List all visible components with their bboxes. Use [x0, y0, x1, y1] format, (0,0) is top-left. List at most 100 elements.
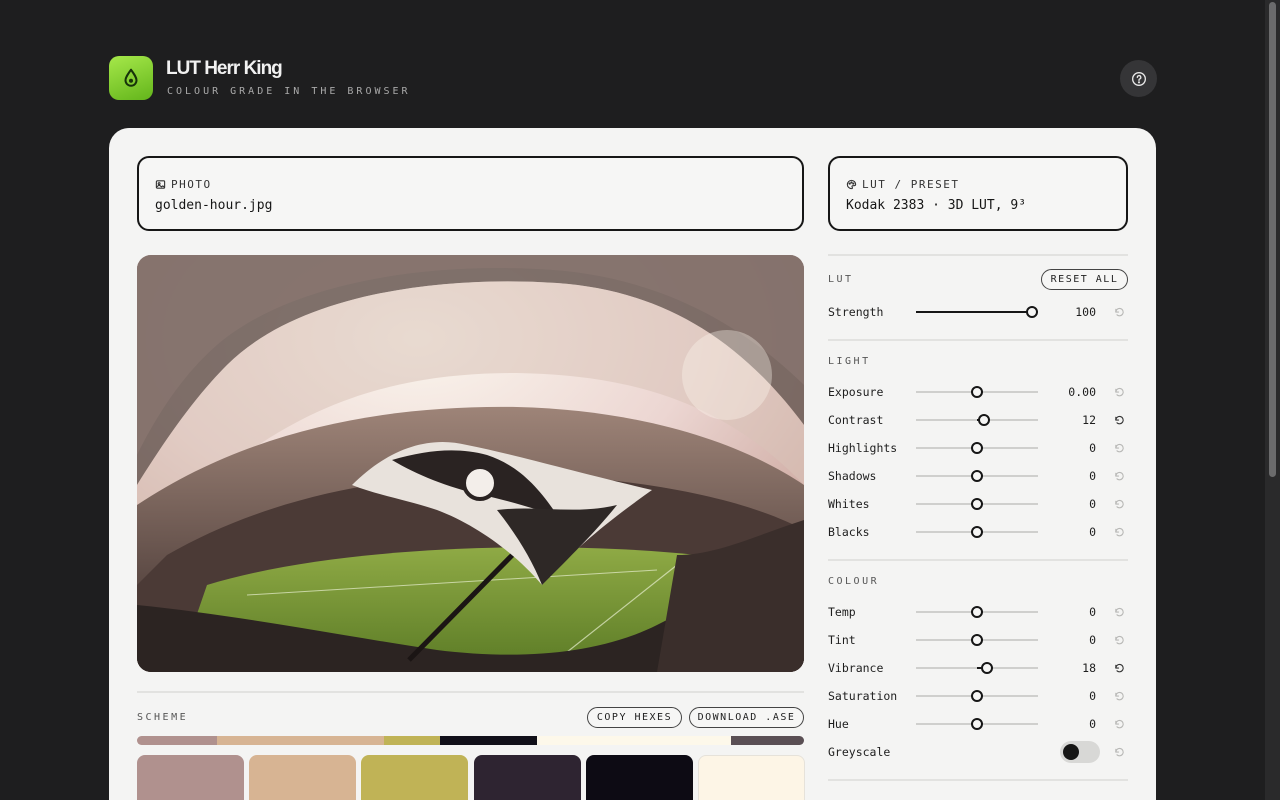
photo-file-picker[interactable]: PHOTO golden-hour.jpg [137, 156, 804, 231]
slider-row-whites: Whites 0 [828, 494, 1128, 514]
reset-arrow-icon [1114, 607, 1124, 616]
colour-swatch[interactable] [249, 755, 357, 800]
exposure-slider[interactable] [916, 386, 1038, 398]
slider-label: Blacks [828, 525, 870, 539]
reset-arrow-icon [1114, 307, 1124, 316]
slider-label: Tint [828, 633, 856, 647]
reset-icon[interactable] [1110, 743, 1128, 761]
palette-icon [846, 179, 857, 190]
slider-value: 0 [1089, 633, 1096, 647]
greyscale-toggle[interactable] [1060, 741, 1100, 763]
page-scrollbar[interactable] [1265, 0, 1280, 800]
slider-row-blacks: Blacks 0 [828, 522, 1128, 542]
scrollbar-thumb[interactable] [1269, 2, 1276, 477]
image-icon [155, 180, 166, 189]
reset-icon[interactable] [1110, 495, 1128, 513]
reset-arrow-icon [1114, 719, 1124, 728]
slider-value: 0 [1089, 469, 1096, 483]
colour-swatch[interactable] [473, 755, 581, 800]
download-ase-button[interactable]: DOWNLOAD .ASE [689, 707, 804, 728]
reset-icon[interactable] [1110, 303, 1128, 321]
slider-row-exposure: Exposure 0.00 [828, 382, 1128, 402]
saturation-slider[interactable] [916, 690, 1038, 702]
reset-icon[interactable] [1110, 603, 1128, 621]
hue-slider[interactable] [916, 718, 1038, 730]
reset-arrow-icon [1114, 663, 1124, 672]
slider-fill [916, 311, 1032, 313]
lut-preset-picker[interactable]: LUT / PRESET Kodak 2383 · 3D LUT, 9³ [828, 156, 1128, 231]
slider-label: Hue [828, 717, 849, 731]
slider-row-hue: Hue 0 [828, 714, 1128, 734]
slider-knob[interactable] [971, 442, 983, 454]
slider-knob[interactable] [971, 386, 983, 398]
slider-value: 0 [1089, 605, 1096, 619]
reset-icon[interactable] [1110, 659, 1128, 677]
blacks-slider[interactable] [916, 526, 1038, 538]
slider-knob[interactable] [971, 690, 983, 702]
reset-arrow-icon [1114, 387, 1124, 396]
slider-row-tint: Tint 0 [828, 630, 1128, 650]
tint-slider[interactable] [916, 634, 1038, 646]
reset-icon[interactable] [1110, 411, 1128, 429]
scheme-bar-segment [383, 736, 441, 745]
reset-icon[interactable] [1110, 467, 1128, 485]
reset-arrow-icon [1114, 471, 1124, 480]
slider-label: Temp [828, 605, 856, 619]
lut-section-title: LUT [828, 274, 854, 285]
reset-arrow-icon [1114, 691, 1124, 700]
slider-row-temp: Temp 0 [828, 602, 1128, 622]
slider-knob[interactable] [971, 718, 983, 730]
reset-icon[interactable] [1110, 439, 1128, 457]
slider-knob[interactable] [1025, 306, 1038, 318]
colour-swatch[interactable] [585, 755, 693, 800]
scheme-bar-segment [730, 736, 804, 745]
shadows-slider[interactable] [916, 470, 1038, 482]
slider-knob[interactable] [971, 470, 983, 482]
slider-value: 0 [1089, 441, 1096, 455]
vibrance-slider[interactable] [916, 662, 1038, 674]
colour-section-title: COLOUR [828, 576, 880, 587]
app-title: LUT Herr King [166, 58, 283, 79]
strength-slider[interactable] [916, 306, 1038, 318]
scheme-bar-segment [217, 736, 384, 745]
colour-swatch[interactable] [361, 755, 469, 800]
help-button[interactable] [1120, 60, 1157, 97]
slider-knob[interactable] [977, 414, 990, 426]
reset-icon[interactable] [1110, 715, 1128, 733]
slider-value: 18 [1082, 661, 1096, 675]
colour-swatch[interactable] [137, 755, 244, 800]
whites-slider[interactable] [916, 498, 1038, 510]
app-subtitle: COLOUR GRADE IN THE BROWSER [167, 86, 411, 97]
reset-arrow-icon [1114, 443, 1124, 452]
slider-value: 0 [1089, 717, 1096, 731]
effects-divider [828, 779, 1128, 781]
reset-arrow-icon [1114, 635, 1124, 644]
slider-knob[interactable] [971, 498, 983, 510]
copy-hexes-button[interactable]: COPY HEXES [587, 707, 682, 728]
scheme-bar [137, 736, 804, 745]
contrast-slider[interactable] [916, 414, 1038, 426]
colour-swatch[interactable] [698, 755, 805, 800]
reset-icon[interactable] [1110, 631, 1128, 649]
highlights-slider[interactable] [916, 442, 1038, 454]
slider-knob[interactable] [980, 662, 993, 674]
slider-label: Exposure [828, 385, 884, 399]
temp-slider[interactable] [916, 606, 1038, 618]
slider-label: Contrast [828, 413, 884, 427]
toggle-row-greyscale: Greyscale [828, 741, 1128, 763]
app-logo [109, 56, 153, 100]
slider-row-contrast: Contrast 12 [828, 410, 1128, 430]
slider-knob[interactable] [971, 606, 983, 618]
reset-arrow-icon [1114, 747, 1124, 756]
slider-label: Strength [828, 305, 884, 319]
reset-icon[interactable] [1110, 383, 1128, 401]
reset-icon[interactable] [1110, 687, 1128, 705]
slider-knob[interactable] [971, 526, 983, 538]
panel-divider-top [828, 254, 1128, 256]
slider-value: 0.00 [1068, 385, 1096, 399]
reset-all-button[interactable]: RESET ALL [1041, 269, 1128, 290]
reset-arrow-icon [1114, 499, 1124, 508]
slider-knob[interactable] [971, 634, 983, 646]
reset-icon[interactable] [1110, 523, 1128, 541]
slider-row-vibrance: Vibrance 18 [828, 658, 1128, 678]
